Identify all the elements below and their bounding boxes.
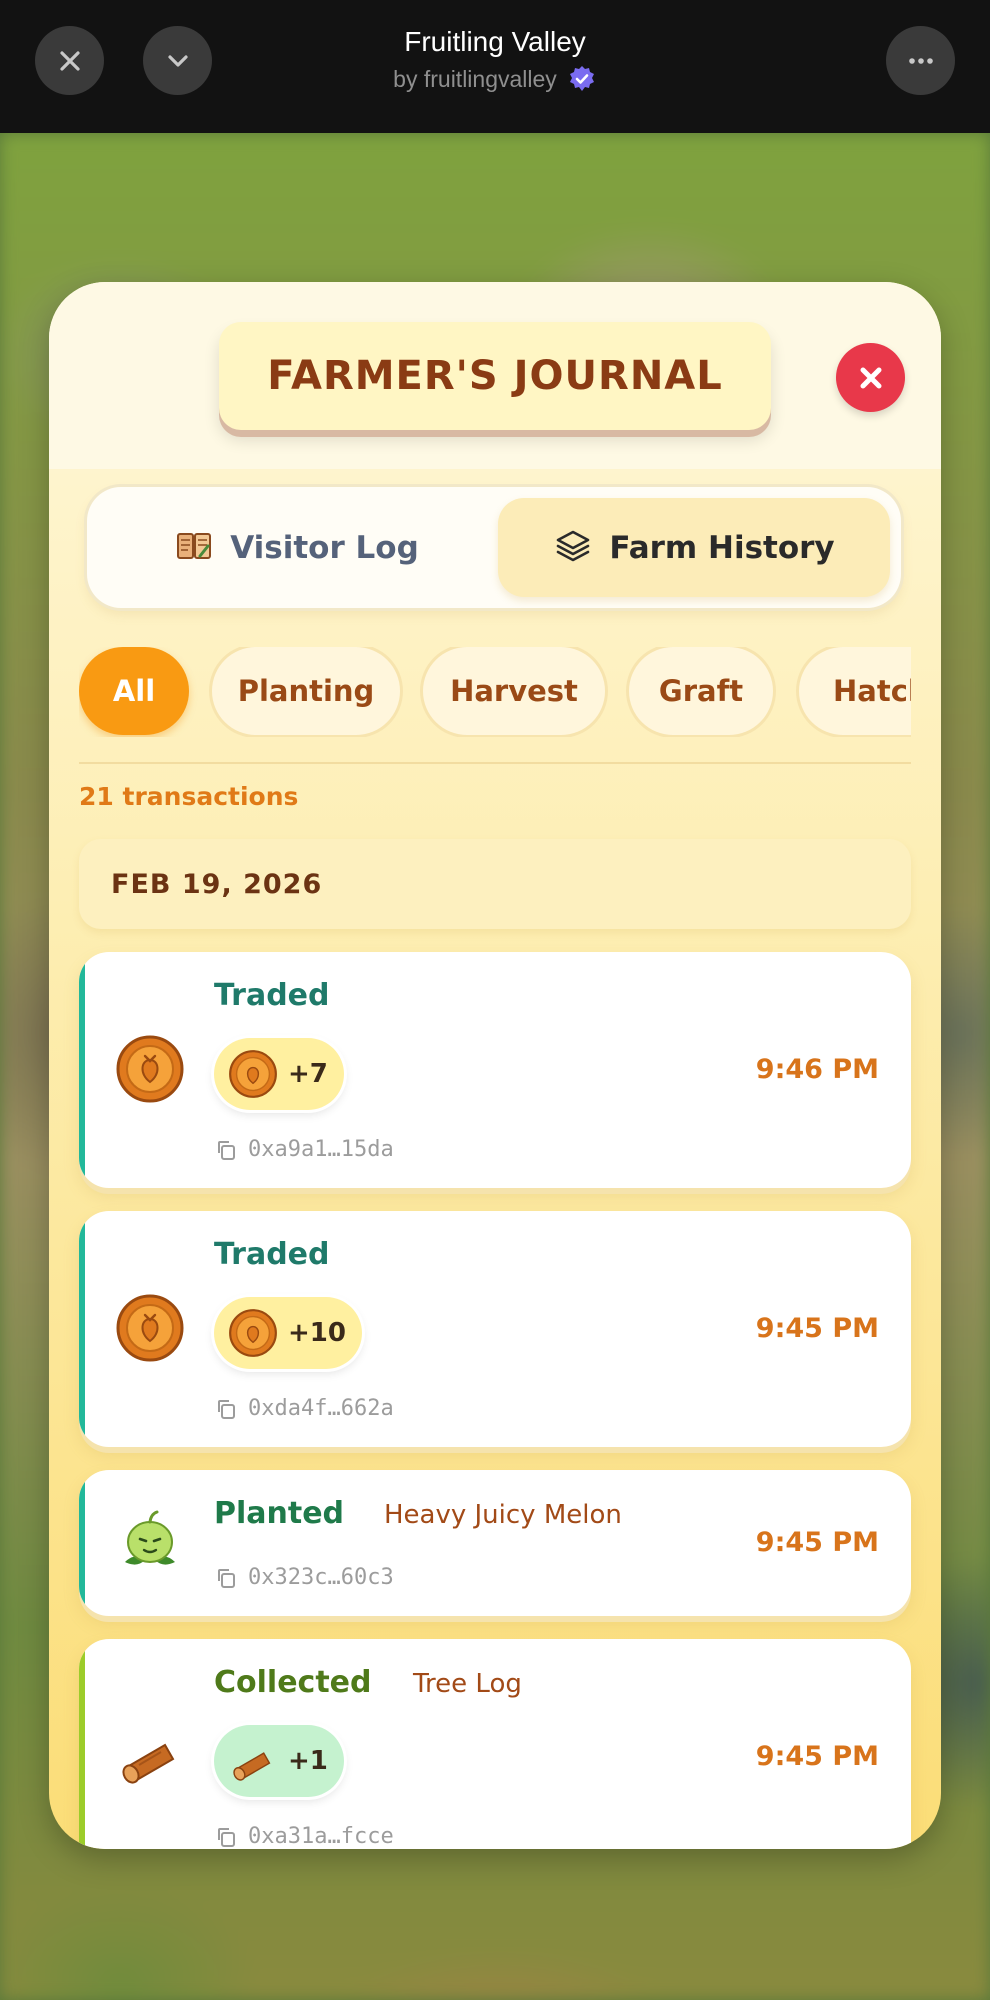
hash-text: 0x323c…60c3 [248,1565,394,1590]
journal-tab-switcher: Visitor Log Farm History [87,487,901,608]
date-group-header: FEB 19, 2026 [79,839,911,929]
transaction-time: 9:45 PM [755,1741,879,1772]
transaction-item: Tree Log [413,1669,522,1699]
more-icon [908,57,933,64]
filter-chip-row: All Planting Harvest Graft Hatch [79,647,911,737]
transaction-item: Heavy Juicy Melon [384,1500,622,1530]
book-icon [174,526,214,570]
date-group-label: FEB 19, 2026 [111,868,323,900]
copy-icon [218,1140,235,1160]
transaction-action: Planted [214,1496,345,1531]
transaction-count: 21 transactions [79,782,299,811]
copy-icon [218,1827,235,1847]
farmers-journal-modal: FARMER'S JOURNAL Visitor Log Farm Histor… [49,282,941,1849]
layers-icon [553,526,593,570]
transaction-card[interactable]: Traded +10 9:45 PM 0xda4f…662a [79,1211,911,1447]
tab-visitor-log-label: Visitor Log [230,529,419,566]
transaction-time: 9:46 PM [755,1054,879,1085]
transaction-hash[interactable]: 0xa31a…fcce [214,1824,394,1849]
verified-badge-icon [569,66,594,91]
filter-chip-planting[interactable]: Planting [212,647,400,735]
transaction-time: 9:45 PM [755,1313,879,1344]
author-label: by fruitlingvalley [393,65,557,92]
filter-chip-graft[interactable]: Graft [629,647,773,735]
filter-chip-hatch[interactable]: Hatch [799,647,911,735]
app-top-bar: Fruitling Valley by fruitlingvalley [0,0,990,133]
reward-amount: +10 [288,1318,346,1348]
hash-text: 0xa31a…fcce [248,1824,394,1849]
card-accent-bar [79,1211,85,1447]
transaction-hash[interactable]: 0xda4f…662a [214,1396,394,1421]
transaction-hash[interactable]: 0x323c…60c3 [214,1565,394,1590]
close-journal-button[interactable] [836,343,905,412]
copy-icon [218,1568,235,1588]
copy-icon [218,1399,235,1419]
app-author: by fruitlingvalley [0,64,990,94]
card-accent-bar [79,1639,85,1849]
transaction-card[interactable]: Planted Heavy Juicy Melon 9:45 PM 0x323c… [79,1470,911,1616]
reward-amount: +7 [288,1059,328,1089]
transaction-action: Collected [214,1665,372,1700]
transaction-hash[interactable]: 0xa9a1…15da [214,1137,394,1162]
transaction-time: 9:45 PM [755,1527,879,1558]
melon-icon [125,1510,175,1565]
transaction-action: Traded [214,978,330,1013]
filter-chip-all[interactable]: All [79,647,189,735]
transaction-action: Traded [214,1237,330,1272]
journal-title-plaque: FARMER'S JOURNAL [219,322,771,430]
coin-icon [116,1035,184,1103]
more-options-button[interactable] [886,26,955,95]
card-accent-bar [79,1470,85,1616]
log-icon [233,1752,271,1781]
close-icon [860,367,881,388]
coin-icon [116,1294,184,1362]
journal-title: FARMER'S JOURNAL [267,353,723,399]
tab-farm-history[interactable]: Farm History [498,498,890,597]
transaction-card[interactable]: Collected Tree Log +1 9:45 PM 0xa31a…fcc… [79,1639,911,1849]
tab-farm-history-label: Farm History [609,529,835,566]
tab-visitor-log[interactable]: Visitor Log [99,498,494,597]
app-title: Fruitling Valley [404,26,586,57]
transaction-card[interactable]: Traded +7 9:46 PM 0xa9a1…15da [79,952,911,1188]
hash-text: 0xa9a1…15da [248,1137,394,1162]
reward-pill: +1 [214,1725,344,1797]
divider [79,762,911,764]
card-accent-bar [79,952,85,1188]
reward-pill: +10 [214,1297,362,1369]
hash-text: 0xda4f…662a [248,1396,394,1421]
coin-icon [229,1050,277,1098]
modal-header: FARMER'S JOURNAL [49,282,941,469]
reward-amount: +1 [288,1746,328,1776]
filter-chip-harvest[interactable]: Harvest [423,647,605,735]
coin-icon [229,1309,277,1357]
log-icon [122,1743,175,1784]
reward-pill: +7 [214,1038,344,1110]
